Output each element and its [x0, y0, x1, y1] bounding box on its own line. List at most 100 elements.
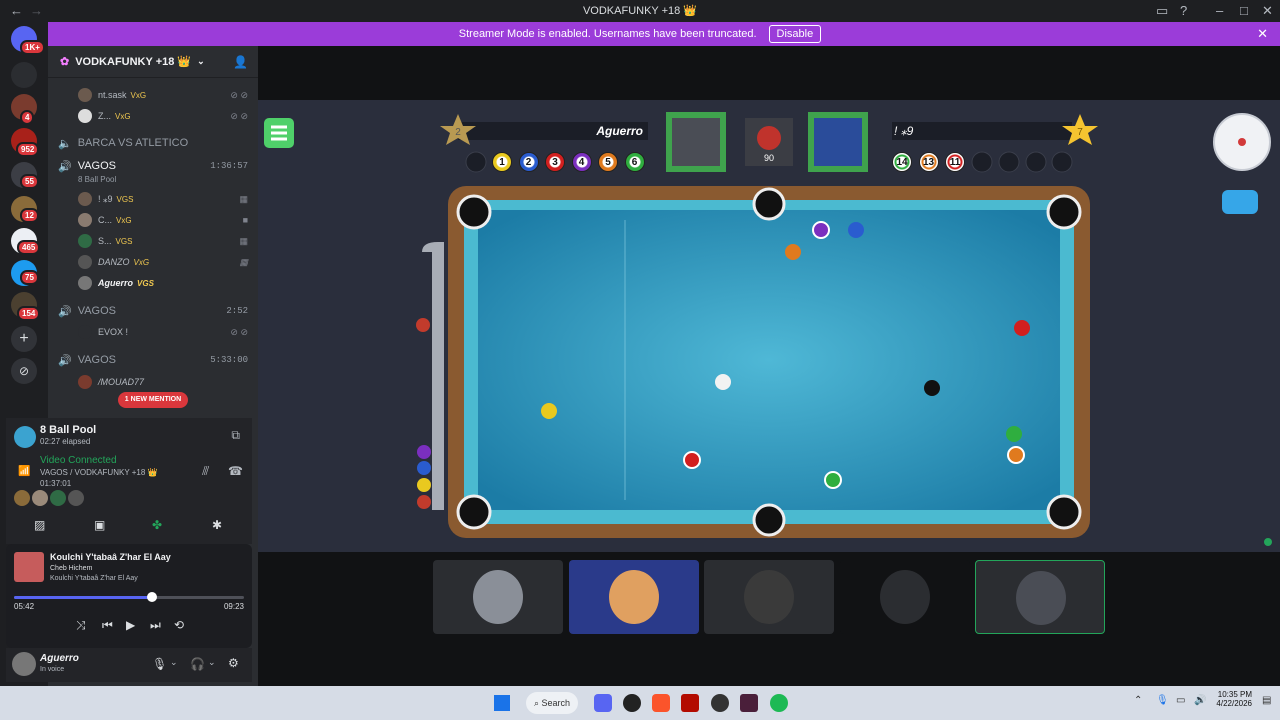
noise-suppression-icon[interactable]: ⫻ [202, 464, 209, 479]
voice-channel-vagos-3[interactable]: 🔊 VAGOS 5:33:00 [48, 349, 258, 371]
ball [1014, 320, 1030, 336]
participant-tile[interactable] [975, 560, 1105, 634]
headphones-icon[interactable]: 🎧 [190, 657, 205, 671]
player-ball-3: 3 [545, 152, 565, 172]
activities-icon[interactable]: ✤ [152, 518, 162, 532]
search-icon: ⌕ [534, 698, 542, 708]
ball [785, 244, 801, 260]
speaker-icon: 🔊 [58, 160, 72, 173]
windows-taskbar: ⌕ Search ⌃ 🎙 ▭ 🔊 10:35 PM 4/22/2026 ▤ [0, 686, 1280, 720]
player-ball-5: 5 [598, 152, 618, 172]
voice-member[interactable]: ! ⁎9 VGS ▦ [48, 189, 258, 209]
taskbar-search[interactable]: ⌕ Search [526, 692, 578, 714]
table-felt[interactable] [478, 210, 1060, 510]
close-banner-icon[interactable]: ✕ [1257, 26, 1268, 42]
ball [1006, 426, 1022, 442]
taskbar-app-icon[interactable] [711, 694, 729, 712]
minimize-icon[interactable]: – [1216, 3, 1223, 18]
chat-button[interactable] [1222, 190, 1258, 214]
voice-channel-barca[interactable]: 🔈 BARCA VS ATLETICO [48, 132, 258, 154]
ball [683, 451, 701, 469]
participant-tile[interactable] [704, 560, 834, 634]
repeat-icon[interactable]: ⟲ [174, 618, 184, 632]
participant-tile[interactable] [433, 560, 563, 634]
voice-member[interactable]: Z... VxG ⊘ ⊘ [48, 106, 258, 126]
signal-icon[interactable]: 📶 [18, 466, 30, 477]
participant-tile[interactable] [569, 560, 699, 634]
camera-off-icon[interactable]: ▨ [34, 518, 45, 532]
screen-share-icon[interactable]: ▣ [94, 518, 105, 532]
new-mention-pill[interactable]: 1 NEW MENTION [118, 392, 188, 408]
game-window[interactable]: 2 Aguerro 7 ! ⁎9 90 1 2 3 4 5 6 14 13 11 [258, 100, 1280, 552]
previous-icon[interactable]: ⏮ [102, 618, 113, 633]
clock[interactable]: 10:35 PM 4/22/2026 [1212, 690, 1252, 708]
discord-taskbar-icon[interactable] [594, 694, 612, 712]
server-badge-2: 4 [20, 110, 35, 125]
notification-icon[interactable]: ▤ [1262, 695, 1271, 706]
pocket [752, 503, 786, 537]
settings-gear-icon[interactable]: ⚙ [228, 656, 239, 670]
participant-tile[interactable] [840, 560, 970, 634]
taskbar-app-icon[interactable] [623, 694, 641, 712]
taskbar-app-icon[interactable] [740, 694, 758, 712]
voice-member[interactable]: /MOUAD77 [48, 372, 258, 392]
invite-icon[interactable]: 👤 [233, 55, 248, 69]
help-icon[interactable]: ? [1180, 3, 1187, 18]
voice-member[interactable]: EVOX ! ⊘ ⊘ [48, 322, 258, 342]
pocket [1046, 194, 1082, 230]
window-title: VODKAFUNKY +18 👑 [582, 5, 698, 17]
guild-name: VODKAFUNKY +18 👑 [75, 56, 192, 68]
avatar [14, 490, 30, 506]
spotify-icon[interactable] [770, 694, 788, 712]
progress-handle[interactable] [147, 592, 157, 602]
cue-ball[interactable] [715, 374, 731, 390]
disconnect-icon[interactable]: ☎ [228, 464, 243, 478]
brave-icon[interactable] [652, 694, 670, 712]
network-icon[interactable]: ▭ [1176, 695, 1185, 706]
server-icon-1[interactable] [11, 62, 37, 88]
microphone-icon[interactable]: 🎙 [1156, 695, 1169, 706]
voice-member[interactable]: DANZO VxG ▦ [48, 252, 258, 272]
avatar [78, 88, 92, 102]
avatar [78, 213, 92, 227]
avatar [744, 570, 794, 624]
next-icon[interactable]: ⏭ [150, 618, 161, 633]
shuffle-icon[interactable]: ⤨ [76, 618, 86, 633]
server-badge-3: 952 [16, 142, 40, 157]
voice-channel-vagos[interactable]: 🔊 VAGOS 1:36:57 [48, 155, 258, 177]
soundboard-icon[interactable]: ✱ [212, 518, 222, 532]
voice-member[interactable]: C... VxG ■ [48, 210, 258, 230]
stream-icon: ▦ [239, 256, 248, 267]
maximize-icon[interactable]: □ [1240, 3, 1248, 18]
ball [541, 403, 557, 419]
pool-game-canvas[interactable]: 2 Aguerro 7 ! ⁎9 90 [258, 100, 1280, 552]
album-art [14, 552, 44, 582]
inbox-icon[interactable]: ▭ [1156, 3, 1168, 19]
voice-member[interactable]: nt.sask VxG ⊘ ⊘ [48, 85, 258, 105]
guild-header[interactable]: ✿ VODKAFUNKY +18 👑 ⌄ 👤 [48, 46, 258, 78]
add-server-icon[interactable]: + [11, 326, 37, 352]
taskbar-app-icon[interactable] [681, 694, 699, 712]
speaker-icon: 🔊 [58, 354, 72, 367]
chevron-down-icon[interactable]: ⌄ [170, 657, 178, 668]
disable-button[interactable]: Disable [768, 25, 822, 43]
progress-track[interactable] [14, 596, 244, 599]
windows-start-icon[interactable] [494, 695, 510, 711]
avatar [68, 490, 84, 506]
close-window-icon[interactable]: ✕ [1262, 3, 1273, 19]
voice-member[interactable]: S... VGS ▦ [48, 231, 258, 251]
video-icon: ■ [242, 215, 248, 225]
left-player-avatar [672, 118, 720, 166]
streamer-mode-banner: Streamer Mode is enabled. Usernames have… [0, 22, 1280, 46]
play-icon[interactable]: ▶ [126, 618, 135, 632]
discover-icon[interactable]: ⊘ [11, 358, 37, 384]
microphone-icon[interactable]: 🎙 [152, 657, 167, 671]
voice-member[interactable]: Aguerro VGS [48, 273, 258, 293]
avatar[interactable] [12, 652, 36, 676]
pocket [456, 494, 492, 530]
volume-icon[interactable]: 🔊 [1194, 695, 1206, 706]
popout-icon[interactable]: ⧉ [231, 428, 240, 443]
chevron-up-icon[interactable]: ⌃ [1134, 695, 1142, 706]
voice-channel-vagos-2[interactable]: 🔊 VAGOS 2:52 [48, 300, 258, 322]
chevron-down-icon[interactable]: ⌄ [208, 657, 216, 668]
